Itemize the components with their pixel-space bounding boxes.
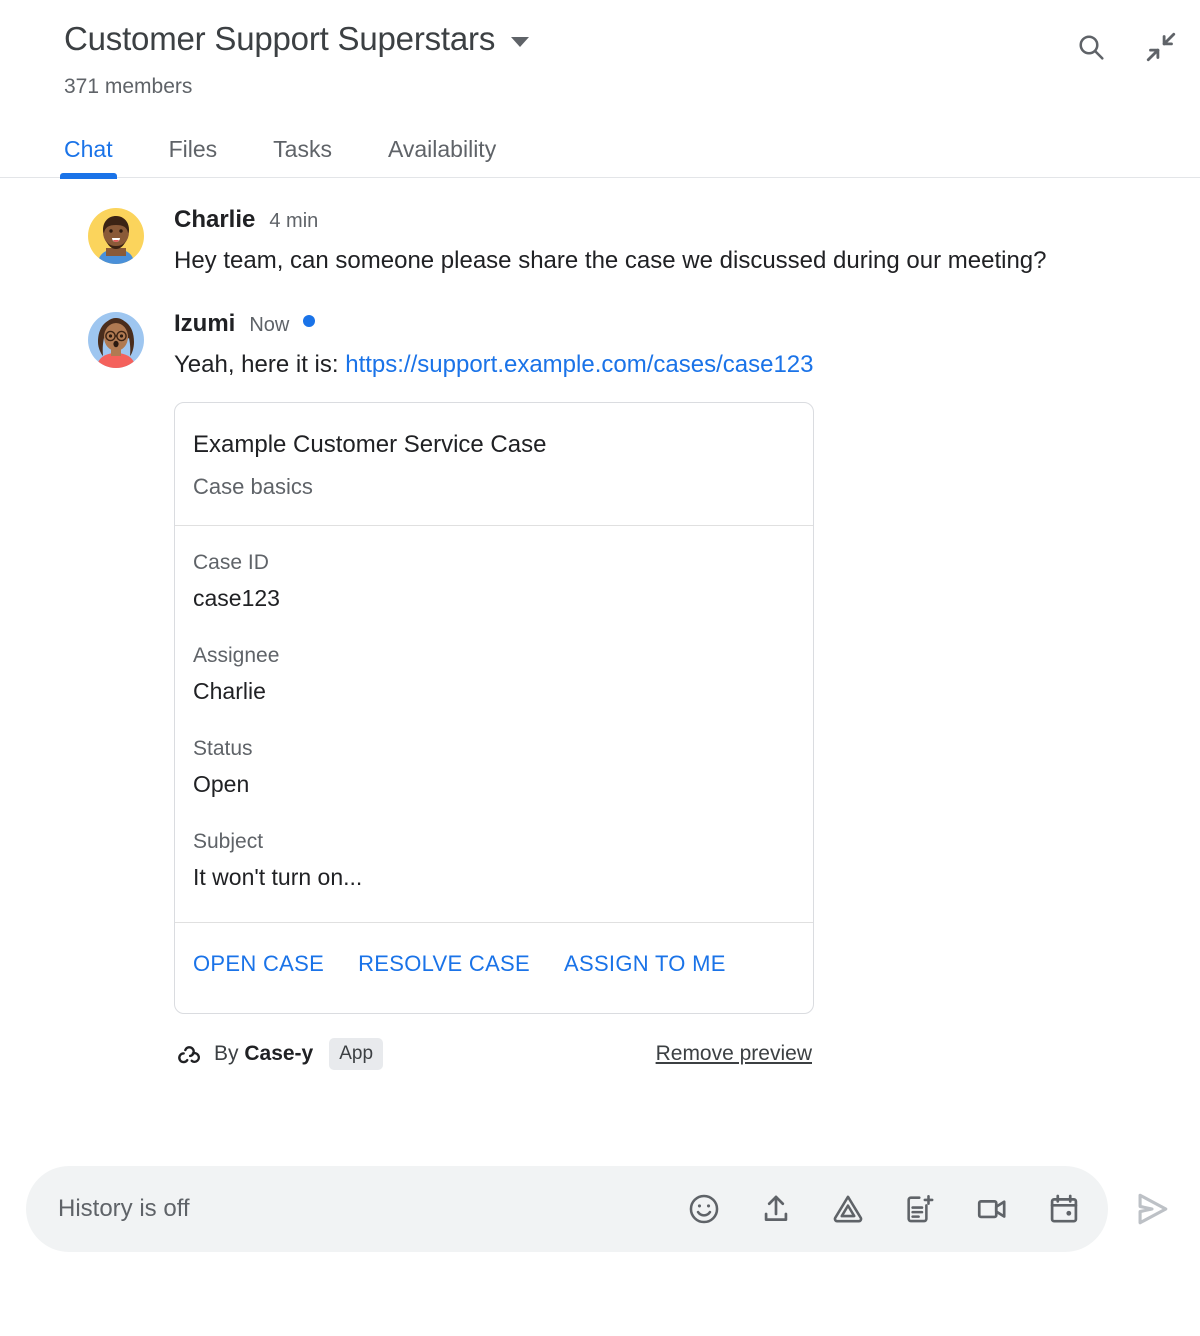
page-title: Customer Support Superstars	[64, 20, 496, 57]
emoji-icon[interactable]	[686, 1191, 722, 1227]
remove-preview-link[interactable]: Remove preview	[656, 1042, 822, 1066]
card-action-bar: OPEN CASE RESOLVE CASE ASSIGN TO ME	[175, 923, 813, 1013]
new-task-icon[interactable]	[902, 1191, 938, 1227]
case-preview-card: Example Customer Service Case Case basic…	[174, 402, 814, 1014]
unread-indicator-dot	[303, 315, 316, 327]
message-sender: Charlie	[174, 206, 256, 233]
tab-availability[interactable]: Availability	[388, 136, 496, 177]
message-sender: Izumi	[174, 310, 236, 337]
upload-icon[interactable]	[758, 1191, 794, 1227]
calendar-icon[interactable]	[1046, 1191, 1082, 1227]
video-meeting-icon[interactable]	[974, 1191, 1010, 1227]
field-label: Subject	[193, 830, 264, 853]
chat-room-panel: Customer Support Superstars 371 members	[0, 0, 1200, 1336]
field-value: Charlie	[193, 678, 266, 704]
composer-input-container[interactable]: History is off	[26, 1166, 1108, 1252]
message-text-prefix: Yeah, here it is:	[174, 351, 346, 378]
tab-files[interactable]: Files	[169, 136, 218, 177]
field-value: Open	[193, 771, 250, 797]
assign-to-me-button[interactable]: ASSIGN TO ME	[564, 951, 726, 977]
field-label: Status	[193, 737, 253, 760]
composer-icon-row	[686, 1191, 1082, 1227]
field-value: It won't turn on...	[193, 864, 363, 890]
field-status: Status Open	[193, 734, 795, 801]
field-label: Assignee	[193, 644, 280, 667]
field-assignee: Assignee Charlie	[193, 641, 795, 708]
resolve-case-button[interactable]: RESOLVE CASE	[358, 951, 530, 977]
card-field-list: Case ID case123 Assignee Charlie Status …	[175, 526, 813, 922]
search-icon[interactable]	[1074, 30, 1108, 64]
header-actions	[1074, 18, 1178, 64]
attribution-text: By Case-y	[214, 1042, 313, 1066]
webhook-icon	[176, 1039, 202, 1070]
case-link[interactable]: https://support.example.com/cases/case12…	[345, 351, 813, 378]
avatar[interactable]	[88, 208, 144, 264]
app-name: Case-y	[244, 1042, 314, 1065]
message-text: Hey team, can someone please share the c…	[174, 247, 1047, 274]
message-timestamp: Now	[249, 314, 290, 336]
tab-tasks[interactable]: Tasks	[273, 136, 332, 177]
open-case-button[interactable]: OPEN CASE	[193, 951, 324, 977]
message-list: Charlie 4 min Hey team, can someone plea…	[0, 178, 1200, 1136]
message-composer-bar: History is off	[0, 1166, 1200, 1336]
by-prefix: By	[214, 1042, 245, 1065]
tab-chat[interactable]: Chat	[60, 136, 117, 179]
room-header: Customer Support Superstars 371 members	[0, 0, 1200, 179]
composer-input[interactable]: History is off	[58, 1195, 686, 1223]
message-text: Yeah, here it is: https://support.exampl…	[174, 344, 1074, 386]
tab-bar: Chat Files Tasks Availability	[0, 123, 1200, 179]
card-header: Example Customer Service Case Case basic…	[175, 403, 813, 525]
card-attribution-row: By Case-y App Remove preview	[174, 1038, 822, 1070]
field-value: case123	[193, 585, 280, 611]
message-item: Izumi Now Yeah, here it is: https://supp…	[0, 310, 1170, 1070]
google-drive-icon[interactable]	[830, 1191, 866, 1227]
app-attribution: By Case-y App	[176, 1038, 384, 1070]
message-timestamp: 4 min	[269, 210, 319, 232]
avatar[interactable]	[88, 312, 144, 368]
card-subtitle: Case basics	[193, 474, 313, 499]
send-icon[interactable]	[1122, 1179, 1182, 1239]
card-title: Example Customer Service Case	[193, 431, 547, 458]
chevron-down-icon[interactable]	[511, 37, 530, 47]
room-title-block: Customer Support Superstars 371 members	[64, 18, 1074, 101]
field-case-id: Case ID case123	[193, 548, 795, 615]
message-item: Charlie 4 min Hey team, can someone plea…	[0, 206, 1170, 282]
collapse-arrows-icon[interactable]	[1144, 30, 1178, 64]
field-subject: Subject It won't turn on...	[193, 827, 795, 894]
field-label: Case ID	[193, 551, 269, 574]
app-badge: App	[329, 1038, 384, 1070]
member-count: 371 members	[64, 75, 193, 98]
